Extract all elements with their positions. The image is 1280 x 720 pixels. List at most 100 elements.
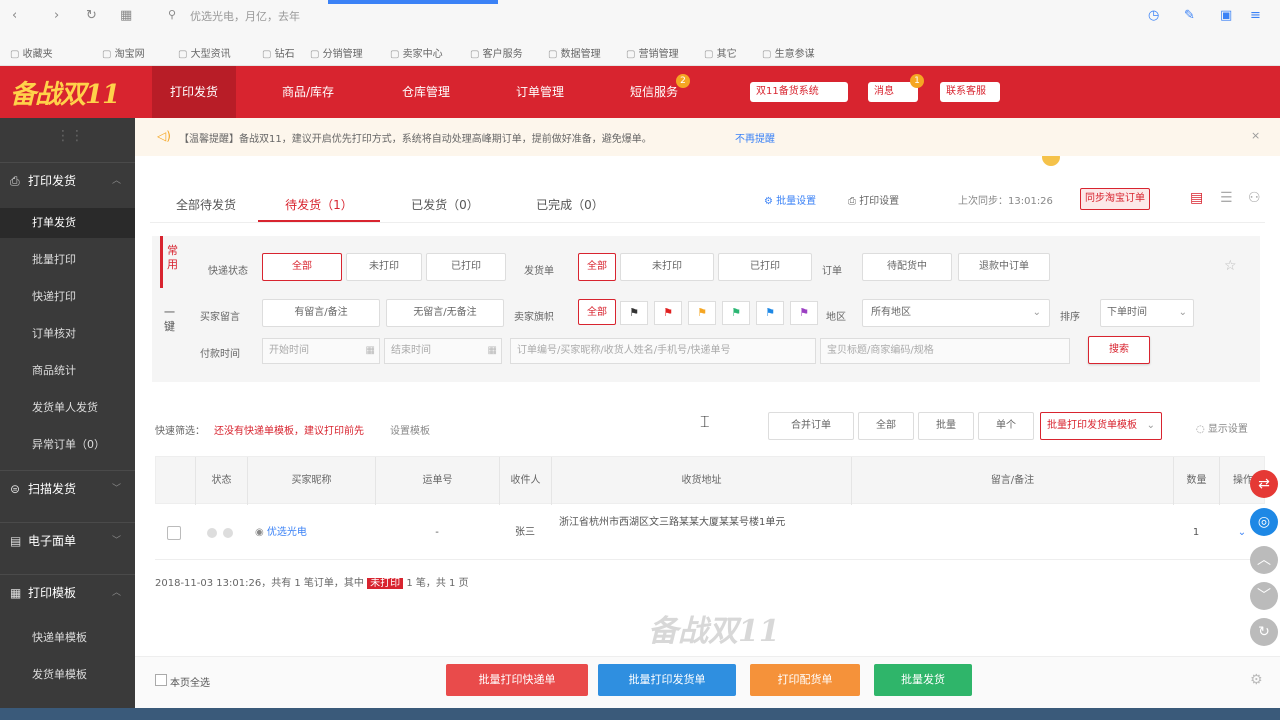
tab-shipped[interactable]: 已发货（0）: [390, 188, 500, 222]
memo-no-option[interactable]: 无留言/无备注: [386, 299, 504, 327]
flag-black-option[interactable]: ⚑: [620, 301, 648, 325]
sidebar-item-express-template[interactable]: 快递单模板: [0, 623, 135, 653]
order-search-input[interactable]: 订单编号/买家昵称/收货人姓名/手机号/快递单号: [510, 338, 816, 364]
tab-all[interactable]: 全部待发货: [160, 188, 252, 222]
item-search-input[interactable]: 宝贝标题/商家编码/规格: [820, 338, 1070, 364]
batch-print-invoice-button[interactable]: 批量打印发货单: [598, 664, 736, 696]
bookmark[interactable]: 大型资讯: [178, 45, 231, 60]
sidebar-item-order-ship[interactable]: 打单发货: [0, 208, 135, 238]
region-select[interactable]: 所有地区 ⌄: [862, 299, 1050, 327]
flag-all-option[interactable]: 全部: [578, 299, 616, 325]
sidebar-item-express-print[interactable]: 快递打印: [0, 282, 135, 312]
bookmark[interactable]: 淘宝网: [102, 45, 145, 60]
sidebar-group-template[interactable]: ▦ 打印模板 ︿: [0, 574, 135, 610]
bookmark[interactable]: 客户服务: [470, 45, 523, 60]
sidebar-item-batch-print[interactable]: 批量打印: [0, 245, 135, 275]
star-icon[interactable]: ☆: [1224, 258, 1237, 274]
bookmark[interactable]: 分销管理: [310, 45, 363, 60]
flag-red-option[interactable]: ⚑: [654, 301, 682, 325]
back-icon[interactable]: ‹: [12, 8, 17, 23]
address-bar[interactable]: 优选光电，月亿，去年: [190, 6, 360, 28]
sidebar-item-exceptions[interactable]: 异常订单（0）: [0, 430, 135, 460]
bookmark[interactable]: 钻石: [262, 45, 295, 60]
batch-ship-button[interactable]: 批量发货: [874, 664, 972, 696]
list-view-icon[interactable]: ▤: [1190, 190, 1203, 206]
invoice-all-option[interactable]: 全部: [578, 253, 616, 281]
scroll-down-icon[interactable]: ﹀: [1250, 582, 1278, 610]
grid-icon[interactable]: ▦: [120, 8, 132, 23]
clock-icon[interactable]: ◷: [1148, 8, 1159, 23]
nav-warehouse[interactable]: 仓库管理: [378, 66, 474, 118]
sidebar-item-stats[interactable]: 商品统计: [0, 356, 135, 386]
start-date-input[interactable]: 开始时间 ▦: [262, 338, 380, 364]
edit-icon[interactable]: ✎: [1184, 8, 1195, 23]
scroll-up-icon[interactable]: ︿: [1250, 546, 1278, 574]
search-button[interactable]: 搜索: [1088, 336, 1150, 364]
forward-icon[interactable]: ›: [54, 8, 59, 23]
promo-button[interactable]: 双11备货系统: [750, 82, 848, 102]
print-settings-link[interactable]: ⎙ 打印设置: [848, 192, 899, 207]
bookmark[interactable]: 生意参谋: [762, 45, 815, 60]
express-unprinted-option[interactable]: 未打印: [346, 253, 422, 281]
buyer-link[interactable]: ◉ 优选光电: [255, 506, 365, 560]
filter-all-button[interactable]: 全部: [858, 412, 914, 440]
select-all-checkbox[interactable]: [155, 674, 167, 686]
express-all-option[interactable]: 全部: [262, 253, 342, 281]
nav-print-ship[interactable]: 打印发货: [152, 66, 236, 118]
swap-icon[interactable]: ⇄: [1250, 470, 1278, 498]
grid-icon[interactable]: ⋮⋮: [56, 128, 84, 144]
bookmark[interactable]: 卖家中心: [390, 45, 443, 60]
order-allocating-option[interactable]: 待配货中: [862, 253, 952, 281]
filter-single-button[interactable]: 单个: [978, 412, 1034, 440]
extension-icon[interactable]: ▣: [1220, 8, 1232, 23]
express-printed-option[interactable]: 已打印: [426, 253, 506, 281]
batch-settings-link[interactable]: ⚙ 批量设置: [764, 192, 816, 207]
sort-select[interactable]: 下单时间 ⌄: [1100, 299, 1194, 327]
filter-batch-button[interactable]: 批量: [918, 412, 974, 440]
sidebar-item-manual-ship[interactable]: 发货单人发货: [0, 393, 135, 423]
refresh-circle-icon[interactable]: ◎: [1250, 508, 1278, 536]
sync-button[interactable]: 同步淘宝订单: [1080, 188, 1150, 210]
flag-blue-option[interactable]: ⚑: [756, 301, 784, 325]
search-icon: ⚲: [168, 8, 177, 21]
reload-icon[interactable]: ↻: [1250, 618, 1278, 646]
nav-products[interactable]: 商品/库存: [260, 66, 356, 118]
detail-view-icon[interactable]: ☰: [1220, 190, 1233, 206]
bookmark[interactable]: 数据管理: [548, 45, 601, 60]
invoice-printed-option[interactable]: 已打印: [718, 253, 812, 281]
merge-orders-button[interactable]: 合并订单: [768, 412, 854, 440]
sidebar-item-order-check[interactable]: 订单核对: [0, 319, 135, 349]
end-date-input[interactable]: 结束时间 ▦: [384, 338, 502, 364]
settings-icon[interactable]: ⚙: [1250, 672, 1263, 688]
order-refund-option[interactable]: 退款中订单: [958, 253, 1050, 281]
user-icon[interactable]: ⚇: [1248, 190, 1261, 206]
bookmark[interactable]: 营销管理: [626, 45, 679, 60]
sidebar-group-print[interactable]: ⎙ 打印发货 ︿: [0, 162, 135, 198]
display-settings-link[interactable]: ◌ 显示设置: [1196, 420, 1248, 435]
sidebar-item-invoice-template[interactable]: 发货单模板: [0, 660, 135, 690]
bookmark[interactable]: 收藏夹: [10, 45, 53, 60]
refresh-icon[interactable]: ↻: [86, 8, 97, 23]
sidebar-group-scan[interactable]: ⊜ 扫描发货 ﹀: [0, 470, 135, 506]
flag-yellow-option[interactable]: ⚑: [688, 301, 716, 325]
setup-template-link[interactable]: 设置模板: [390, 422, 430, 437]
tab-pending[interactable]: 待发货（1）: [258, 188, 380, 222]
menu-icon[interactable]: ≡: [1250, 8, 1261, 23]
template-dropdown[interactable]: 批量打印发货单模板 ⌄: [1040, 412, 1162, 440]
batch-print-express-button[interactable]: 批量打印快递单: [446, 664, 588, 696]
memo-yes-option[interactable]: 有留言/备注: [262, 299, 380, 327]
flag-green-option[interactable]: ⚑: [722, 301, 750, 325]
service-button[interactable]: 联系客服: [940, 82, 1000, 102]
row-checkbox[interactable]: [167, 526, 181, 540]
sidebar-group-ewaybill[interactable]: ▤ 电子面单 ﹀: [0, 522, 135, 558]
print-pick-list-button[interactable]: 打印配货单: [750, 664, 860, 696]
tab-completed[interactable]: 已完成（0）: [520, 188, 620, 222]
nav-orders[interactable]: 订单管理: [492, 66, 588, 118]
flag-purple-option[interactable]: ⚑: [790, 301, 818, 325]
notice-dismiss-link[interactable]: 不再提醒: [735, 130, 775, 145]
nav-sms[interactable]: 短信服务: [606, 66, 702, 118]
invoice-unprinted-option[interactable]: 未打印: [620, 253, 714, 281]
close-icon[interactable]: ×: [1251, 129, 1260, 142]
table-row[interactable]: ◉ 优选光电 - 张三 浙江省杭州市西湖区文三路某某大厦某某号楼1单元 1 ⌄: [155, 506, 1265, 560]
bookmark[interactable]: 其它: [704, 45, 737, 60]
